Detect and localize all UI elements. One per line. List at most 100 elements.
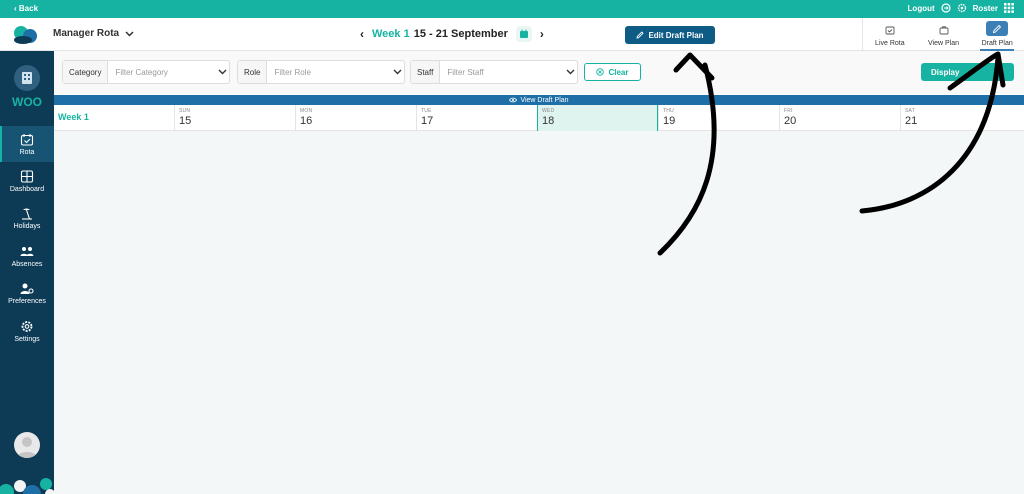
app-title: Manager Rota xyxy=(53,28,120,39)
sidebar-item-label: Dashboard xyxy=(9,185,45,193)
clear-filters-button[interactable]: Clear xyxy=(584,63,641,81)
day-abbr: FRI xyxy=(784,108,793,114)
chevron-down-icon xyxy=(563,69,577,75)
calendar-icon xyxy=(519,29,528,38)
day-number: 21 xyxy=(905,115,918,127)
eye-icon xyxy=(509,97,518,103)
clear-label: Clear xyxy=(608,67,629,77)
gear-icon xyxy=(21,320,33,332)
pencil-icon xyxy=(986,21,1009,36)
top-right-actions: Logout Roster xyxy=(908,3,1014,13)
back-link[interactable]: ‹ Back xyxy=(14,4,38,13)
day-column-header[interactable]: SAT 21 xyxy=(900,105,1024,131)
day-column-header[interactable]: THU 19 xyxy=(658,105,779,131)
roster-label[interactable]: Roster xyxy=(973,4,998,13)
brand-decoration-graphic xyxy=(0,478,54,494)
sidebar-item-absences[interactable]: Absences xyxy=(0,238,54,274)
week-number-label: Week 1 xyxy=(58,112,89,122)
staff-filter[interactable]: Staff Filter Staff xyxy=(410,60,578,84)
user-icon xyxy=(17,437,37,458)
day-number: 16 xyxy=(300,115,313,127)
category-filter-placeholder: Filter Category xyxy=(115,67,168,77)
tab-view-plan[interactable]: View Plan xyxy=(917,18,971,51)
calendar-icon xyxy=(20,133,34,146)
beach-icon xyxy=(22,208,32,220)
sidebar-item-label: Holidays xyxy=(13,222,41,230)
rota-grid-empty xyxy=(54,131,1024,494)
sidebar-item-label: Preferences xyxy=(8,297,46,305)
tab-view-plan-label: View Plan xyxy=(928,40,960,47)
day-number: 15 xyxy=(179,115,192,127)
app-logo[interactable] xyxy=(10,23,42,45)
sidebar-item-preferences[interactable]: Preferences xyxy=(0,275,54,311)
sidebar-item-settings[interactable]: Settings xyxy=(0,313,54,349)
people-icon xyxy=(20,246,34,256)
edit-draft-plan-button[interactable]: Edit Draft Plan xyxy=(625,26,715,44)
role-filter[interactable]: Role Filter Role xyxy=(237,60,405,84)
role-filter-placeholder: Filter Role xyxy=(274,67,311,77)
org-name: WOO xyxy=(12,95,42,109)
calendar-day-header: Week 1 SUN 15 MON 16 TUE 17 WED 18 THU 1… xyxy=(54,105,1024,131)
day-number: 19 xyxy=(663,115,676,127)
day-abbr: TUE xyxy=(421,108,432,114)
building-icon xyxy=(22,72,32,84)
category-filter[interactable]: Category Filter Category xyxy=(62,60,230,84)
sidebar-item-dashboard[interactable]: Dashboard xyxy=(0,163,54,199)
chevron-down-icon xyxy=(125,30,134,37)
display-label: Display xyxy=(931,67,960,77)
day-column-header-today[interactable]: WED 18 xyxy=(537,105,658,131)
pencil-icon xyxy=(636,31,645,39)
sidebar-item-holidays[interactable]: Holidays xyxy=(0,200,54,236)
category-filter-label: Category xyxy=(63,61,109,83)
view-mode-tabs: Live Rota View Plan Draft Plan xyxy=(862,18,1024,51)
grid-icon xyxy=(20,169,34,183)
logout-label[interactable]: Logout xyxy=(908,4,935,13)
sidebar: WOO Rota Dashboard Holidays Absences Pre… xyxy=(0,51,54,494)
sidebar-item-label: Rota xyxy=(19,148,35,156)
day-abbr: SAT xyxy=(905,108,915,114)
day-column-header[interactable]: MON 16 xyxy=(295,105,416,131)
calendar-picker-button[interactable] xyxy=(515,26,532,42)
apps-grid-icon[interactable] xyxy=(1004,3,1014,13)
day-abbr: WED xyxy=(542,108,555,114)
day-column-header[interactable]: TUE 17 xyxy=(416,105,537,131)
settings-gear-icon[interactable] xyxy=(957,3,967,13)
day-column-header[interactable]: FRI 20 xyxy=(779,105,900,131)
tab-live-rota-label: Live Rota xyxy=(875,40,905,47)
user-avatar[interactable] xyxy=(14,432,40,458)
day-column-header[interactable]: SUN 15 xyxy=(174,105,295,131)
tab-draft-plan[interactable]: Draft Plan xyxy=(970,18,1024,51)
top-bar: ‹ Back Logout Roster xyxy=(0,0,1024,18)
briefcase-icon xyxy=(937,24,951,36)
staff-filter-placeholder: Filter Staff xyxy=(447,67,484,77)
page-header: Manager Rota ‹ Week 1 15 - 21 September … xyxy=(0,18,1024,51)
display-options-button[interactable]: Display xyxy=(921,63,1014,81)
previous-week-arrow-icon[interactable]: ‹ xyxy=(360,27,364,41)
view-draft-plan-banner[interactable]: View Draft Plan xyxy=(54,95,1024,105)
sidebar-item-rota[interactable]: Rota xyxy=(0,126,54,162)
sidebar-item-label: Absences xyxy=(11,260,43,268)
org-avatar[interactable] xyxy=(14,65,40,91)
calendar-check-icon xyxy=(883,24,897,36)
week-navigator: ‹ Week 1 15 - 21 September › xyxy=(360,26,544,42)
next-week-arrow-icon[interactable]: › xyxy=(540,27,544,41)
sidebar-item-label: Settings xyxy=(14,335,40,343)
tab-live-rota[interactable]: Live Rota xyxy=(863,18,917,51)
day-abbr: THU xyxy=(663,108,674,114)
week-label: Week 1 xyxy=(372,28,410,40)
staff-filter-label: Staff xyxy=(411,61,441,83)
week-range: 15 - 21 September xyxy=(413,28,508,40)
day-number: 17 xyxy=(421,115,434,127)
day-abbr: SUN xyxy=(179,108,191,114)
tab-draft-plan-label: Draft Plan xyxy=(981,40,1013,47)
view-draft-plan-label: View Draft Plan xyxy=(520,96,569,104)
logout-icon[interactable] xyxy=(941,3,951,13)
user-settings-icon xyxy=(20,283,34,294)
edit-draft-plan-label: Edit Draft Plan xyxy=(648,30,704,40)
role-filter-label: Role xyxy=(238,61,268,83)
filter-bar: Category Filter Category Role Filter Rol… xyxy=(54,51,1024,94)
day-number: 18 xyxy=(542,115,555,127)
day-abbr: MON xyxy=(300,108,313,114)
app-title-dropdown[interactable]: Manager Rota xyxy=(53,28,134,39)
day-number: 20 xyxy=(784,115,797,127)
